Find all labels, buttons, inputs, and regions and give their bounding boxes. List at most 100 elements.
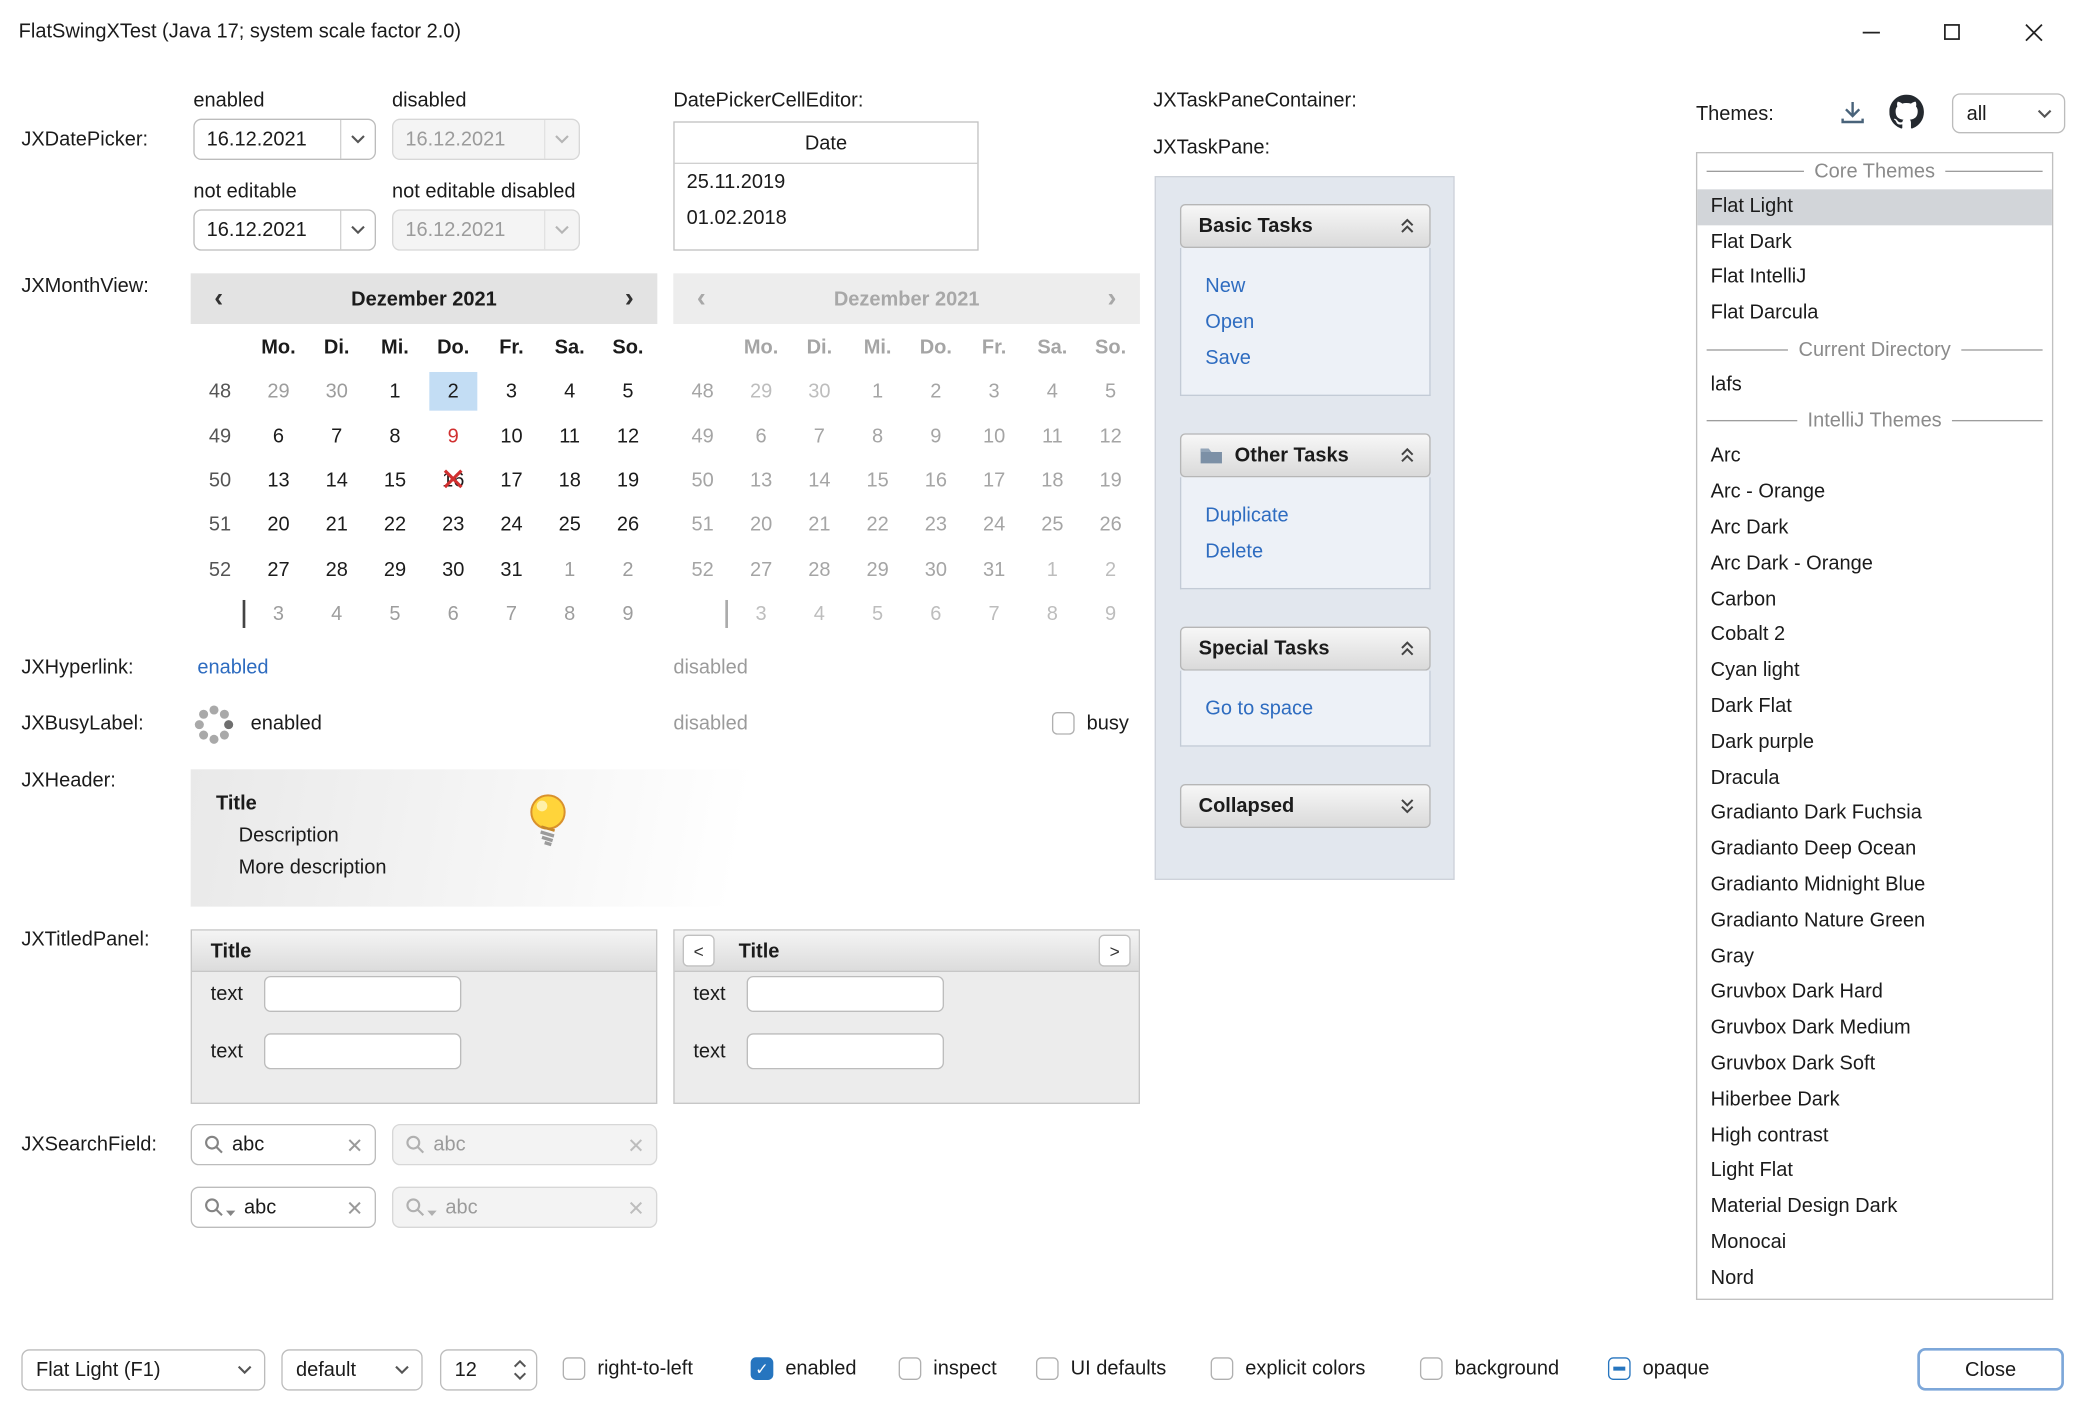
calendar-day[interactable]: 15 bbox=[366, 458, 424, 503]
checkbox-box[interactable] bbox=[1052, 712, 1075, 735]
next-month-button[interactable]: › bbox=[601, 273, 657, 324]
taskpane-header[interactable]: Special Tasks bbox=[1180, 627, 1431, 671]
calendar-day[interactable]: 13 bbox=[732, 458, 790, 503]
checkbox-box[interactable]: ✓ bbox=[751, 1357, 774, 1380]
calendar-day[interactable]: 4 bbox=[1023, 369, 1081, 414]
theme-item-gruvbox-dark-hard[interactable]: Gruvbox Dark Hard bbox=[1697, 975, 2052, 1011]
laf-combo[interactable]: Flat Light (F1) bbox=[21, 1349, 265, 1390]
calendar-day[interactable]: 17 bbox=[482, 458, 540, 503]
table-header[interactable]: Date bbox=[675, 123, 978, 164]
calendar-day[interactable]: 18 bbox=[541, 458, 599, 503]
checkbox-box[interactable] bbox=[1608, 1357, 1631, 1380]
calendar-day[interactable]: 16✕ bbox=[424, 458, 482, 503]
calendar-day[interactable]: 9 bbox=[1081, 592, 1139, 637]
calendar-day[interactable]: 19 bbox=[599, 458, 657, 503]
datepicker-enabled[interactable]: 16.12.2021 bbox=[193, 119, 376, 160]
calendar-day[interactable]: 4 bbox=[541, 369, 599, 414]
theme-item-monocai[interactable]: Monocai bbox=[1697, 1225, 2052, 1261]
calendar-day[interactable]: 2 bbox=[424, 369, 482, 414]
calendar-day[interactable]: 3 bbox=[732, 592, 790, 637]
clear-icon[interactable] bbox=[347, 1137, 363, 1153]
calendar-day[interactable]: 9 bbox=[907, 414, 965, 459]
checkbox-opaque[interactable]: opaque bbox=[1608, 1357, 1709, 1380]
calendar-day[interactable]: 9 bbox=[424, 414, 482, 459]
calendar-day[interactable]: 4 bbox=[308, 592, 366, 637]
calendar-day[interactable]: 7 bbox=[482, 592, 540, 637]
theme-item-nord[interactable]: Nord bbox=[1697, 1261, 2052, 1297]
calendar-day[interactable]: 8 bbox=[848, 414, 906, 459]
theme-item-dracula[interactable]: Dracula bbox=[1697, 761, 2052, 797]
task-link-open[interactable]: Open bbox=[1205, 304, 1429, 340]
calendar-day[interactable]: 6 bbox=[249, 414, 307, 459]
calendar-day[interactable]: 29 bbox=[366, 547, 424, 592]
calendar-day[interactable]: 13 bbox=[249, 458, 307, 503]
task-link-save[interactable]: Save bbox=[1205, 340, 1429, 376]
calendar-day[interactable]: 12 bbox=[1081, 414, 1139, 459]
theme-item-flat-intellij[interactable]: Flat IntelliJ bbox=[1697, 261, 2052, 297]
hyperlink-enabled[interactable]: enabled bbox=[197, 656, 268, 679]
calendar-day[interactable]: 14 bbox=[308, 458, 366, 503]
search-field-with-menu[interactable]: abc bbox=[191, 1187, 376, 1228]
calendar-day[interactable]: 28 bbox=[790, 547, 848, 592]
spinner-down-icon[interactable] bbox=[513, 1372, 526, 1380]
theme-item-lafs[interactable]: lafs bbox=[1697, 368, 2052, 404]
calendar-day[interactable]: 18 bbox=[1023, 458, 1081, 503]
calendar-day[interactable]: 10 bbox=[482, 414, 540, 459]
theme-item-cyan-light[interactable]: Cyan light bbox=[1697, 654, 2052, 690]
theme-item-gradianto-nature-green[interactable]: Gradianto Nature Green bbox=[1697, 904, 2052, 940]
checkbox-enabled[interactable]: ✓enabled bbox=[751, 1357, 857, 1380]
checkbox-ui-defaults[interactable]: UI defaults bbox=[1036, 1357, 1166, 1380]
collapse-icon[interactable] bbox=[1399, 640, 1416, 657]
calendar-day[interactable]: 26 bbox=[1081, 503, 1139, 548]
calendar-day[interactable]: 22 bbox=[848, 503, 906, 548]
checkbox-right-to-left[interactable]: right-to-left bbox=[563, 1357, 693, 1380]
calendar-day[interactable]: 7 bbox=[965, 592, 1023, 637]
theme-item-arc-orange[interactable]: Arc - Orange bbox=[1697, 475, 2052, 511]
panel-left-arrow-button[interactable]: < bbox=[683, 935, 715, 967]
calendar-day[interactable]: 9 bbox=[599, 592, 657, 637]
minimize-button[interactable] bbox=[1830, 0, 1911, 64]
taskpane-header[interactable]: Collapsed bbox=[1180, 784, 1431, 828]
font-combo[interactable]: default bbox=[281, 1349, 422, 1390]
datepicker-dropdown-button[interactable] bbox=[340, 211, 375, 250]
theme-item-arc-dark[interactable]: Arc Dark bbox=[1697, 511, 2052, 547]
calendar-day[interactable]: 28 bbox=[308, 547, 366, 592]
calendar-day[interactable]: 20 bbox=[249, 503, 307, 548]
calendar-day[interactable]: 23 bbox=[424, 503, 482, 548]
checkbox-box[interactable] bbox=[1036, 1357, 1059, 1380]
calendar-day[interactable]: 23 bbox=[907, 503, 965, 548]
calendar-day[interactable]: 21 bbox=[790, 503, 848, 548]
calendar-day[interactable]: 24 bbox=[482, 503, 540, 548]
maximize-button[interactable] bbox=[1911, 0, 1992, 64]
search-field[interactable]: abc bbox=[191, 1124, 376, 1165]
checkbox-inspect[interactable]: inspect bbox=[899, 1357, 997, 1380]
download-icon[interactable] bbox=[1839, 99, 1867, 127]
collapse-icon[interactable] bbox=[1399, 447, 1416, 464]
calendar-day[interactable]: 25 bbox=[1023, 503, 1081, 548]
calendar-day[interactable]: 31 bbox=[965, 547, 1023, 592]
panel-right-arrow-button[interactable]: > bbox=[1099, 935, 1131, 967]
calendar-day[interactable]: 8 bbox=[1023, 592, 1081, 637]
calendar-day[interactable]: 7 bbox=[308, 414, 366, 459]
theme-item-hiberbee-dark[interactable]: Hiberbee Dark bbox=[1697, 1082, 2052, 1118]
calendar-day[interactable]: 25 bbox=[541, 503, 599, 548]
theme-item-cobalt-2[interactable]: Cobalt 2 bbox=[1697, 618, 2052, 654]
calendar-day[interactable]: 3 bbox=[249, 592, 307, 637]
calendar-day[interactable]: 6 bbox=[732, 414, 790, 459]
calendar-day[interactable]: 12 bbox=[599, 414, 657, 459]
calendar-day[interactable]: 29 bbox=[732, 369, 790, 414]
calendar-day[interactable]: 19 bbox=[1081, 458, 1139, 503]
calendar-day[interactable]: 7 bbox=[790, 414, 848, 459]
calendar-day[interactable]: 1 bbox=[366, 369, 424, 414]
calendar-day[interactable]: 4 bbox=[790, 592, 848, 637]
calendar-day[interactable]: 14 bbox=[790, 458, 848, 503]
theme-item-gruvbox-dark-soft[interactable]: Gruvbox Dark Soft bbox=[1697, 1047, 2052, 1083]
task-link-go-to-space[interactable]: Go to space bbox=[1205, 691, 1429, 727]
calendar-day[interactable]: 17 bbox=[965, 458, 1023, 503]
spinner-up-icon[interactable] bbox=[513, 1360, 526, 1368]
calendar-day[interactable]: 27 bbox=[732, 547, 790, 592]
table-row[interactable]: 25.11.2019 bbox=[675, 164, 978, 200]
calendar-day[interactable]: 10 bbox=[965, 414, 1023, 459]
expand-icon[interactable] bbox=[1399, 797, 1416, 814]
calendar-day[interactable]: 2 bbox=[599, 547, 657, 592]
